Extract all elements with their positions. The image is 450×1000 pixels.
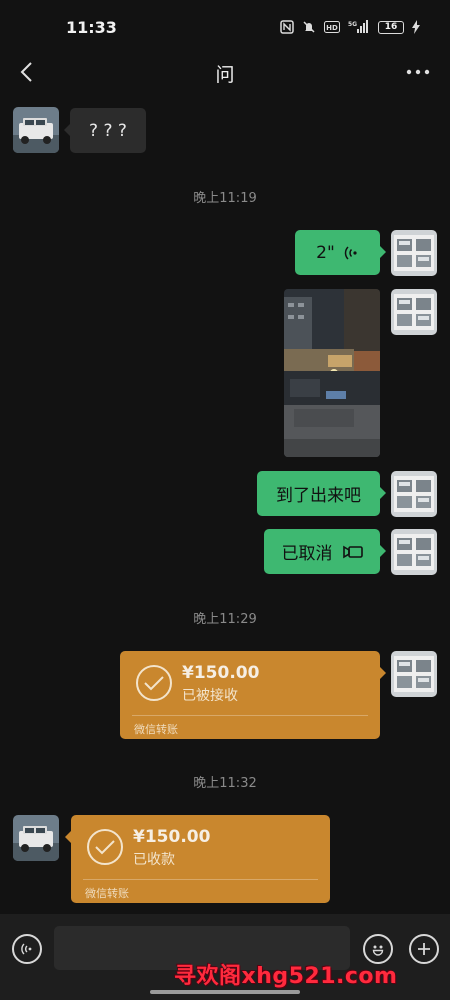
home-indicator[interactable] (150, 990, 300, 994)
nfc-icon (280, 20, 294, 34)
transfer-footer: 微信转账 (85, 887, 129, 900)
battery-level: 16 (384, 22, 398, 32)
more-icon (406, 69, 430, 75)
status-bar: 11:33 HD 5G 16 (0, 0, 450, 56)
transfer-status: 已被接收 (182, 688, 238, 704)
check-circle-icon (136, 665, 172, 701)
5g-signal-icon: 5G (348, 20, 370, 34)
transfer-card[interactable]: ¥150.00 已被接收 微信转账 (120, 651, 386, 739)
my-avatar[interactable] (391, 289, 437, 335)
emoji-icon (372, 945, 384, 956)
call-message-bubble[interactable]: 已取消 (264, 529, 386, 574)
timestamp: 晚上11:32 (193, 776, 257, 791)
hd-icon: HD (324, 21, 340, 33)
transfer-status: 已收款 (133, 852, 175, 868)
my-avatar[interactable] (391, 651, 437, 697)
contact-avatar[interactable] (13, 107, 59, 153)
my-avatar[interactable] (391, 230, 437, 276)
my-avatar[interactable] (391, 529, 437, 575)
divider (132, 715, 368, 716)
timestamp: 晚上11:19 (193, 191, 257, 206)
call-status-text: 已取消 (281, 544, 333, 564)
chat-title: 问 (215, 64, 235, 86)
mute-icon (302, 20, 316, 34)
status-icons: HD 5G 16 (280, 20, 420, 34)
message-bubble[interactable]: 到了出来吧 (257, 471, 386, 516)
status-time: 11:33 (66, 18, 117, 37)
voice-duration: 2" (316, 242, 335, 263)
contact-avatar[interactable] (13, 815, 59, 861)
more-button[interactable] (404, 60, 432, 84)
battery-icon: 16 (378, 20, 404, 34)
timestamp: 晚上11:29 (193, 612, 257, 627)
my-avatar[interactable] (391, 471, 437, 517)
message-bubble[interactable]: ? ? ? (64, 108, 146, 153)
message-text: 到了出来吧 (276, 486, 361, 506)
plus-button[interactable] (409, 934, 439, 964)
check-circle-icon (87, 829, 123, 865)
svg-text:5G: 5G (348, 21, 357, 28)
charging-icon (412, 20, 420, 34)
voice-wave-icon (344, 245, 357, 260)
transfer-footer: 微信转账 (134, 723, 178, 736)
transfer-card[interactable]: ¥150.00 已收款 微信转账 (65, 815, 330, 903)
transfer-amount: ¥150.00 (182, 663, 260, 683)
divider (83, 879, 318, 880)
transfer-amount: ¥150.00 (133, 827, 211, 847)
image-message[interactable] (284, 289, 380, 457)
voice-input-icon (21, 943, 32, 955)
voice-input-button[interactable] (12, 934, 42, 964)
voice-message-bubble[interactable]: 2" (295, 230, 386, 275)
video-call-icon (342, 545, 363, 558)
chat-screen: 11:33 HD 5G 16 问 ? ? ? 晚上11:19 2" 到了出来吧 … (0, 0, 450, 1000)
nav-bar: 问 (0, 52, 450, 92)
svg-text:HD: HD (326, 24, 338, 32)
watermark: 寻欢阁xhg521.com (174, 964, 398, 989)
plus-icon (418, 943, 430, 955)
message-text: ? ? ? (89, 120, 127, 141)
